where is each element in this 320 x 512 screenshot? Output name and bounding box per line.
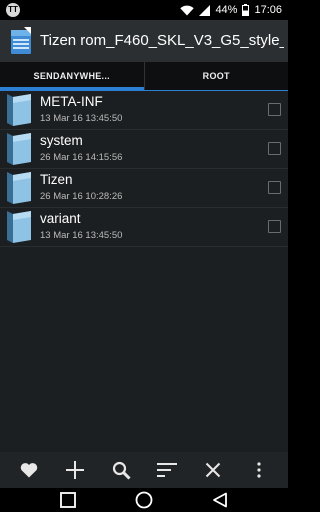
list-item[interactable]: META-INF 13 Mar 16 13:45:50 (0, 91, 288, 130)
folder-icon (7, 211, 31, 243)
wifi-icon (180, 5, 195, 15)
select-checkbox[interactable] (268, 181, 281, 194)
close-icon (205, 462, 221, 478)
file-date: 26 Mar 16 10:28:26 (40, 191, 123, 202)
select-checkbox[interactable] (268, 142, 281, 155)
file-name: Tizen (40, 172, 73, 187)
signal-icon (199, 4, 211, 16)
clock: 17:06 (254, 4, 282, 16)
tab-sendanywhere[interactable]: SENDANYWHE... (0, 62, 144, 90)
file-name: variant (40, 211, 81, 226)
file-date: 13 Mar 16 13:45:50 (40, 113, 123, 124)
list-item[interactable]: system 26 Mar 16 14:15:56 (0, 130, 288, 169)
home-icon (135, 491, 153, 509)
archive-app-icon[interactable] (10, 27, 32, 55)
overflow-menu-icon (257, 462, 261, 478)
tab-root[interactable]: ROOT (143, 62, 289, 90)
sort-icon (157, 463, 177, 477)
recents-icon (60, 492, 76, 508)
folder-icon (7, 133, 31, 165)
overflow-menu-button[interactable] (241, 455, 277, 485)
plus-icon (66, 461, 84, 479)
status-bar: TT 44% 17:06 (0, 0, 288, 20)
tab-label: SENDANYWHE... (33, 71, 110, 81)
search-button[interactable] (103, 455, 139, 485)
back-icon (213, 492, 227, 508)
back-button[interactable] (210, 491, 230, 509)
bottom-action-bar (0, 452, 288, 488)
select-checkbox[interactable] (268, 220, 281, 233)
notification-icon: TT (6, 3, 20, 17)
file-list: META-INF 13 Mar 16 13:45:50 system 26 Ma… (0, 91, 288, 452)
page-title: Tizen rom_F460_SKL_V3_G5_style_UI_... (40, 32, 284, 49)
file-name: system (40, 133, 83, 148)
search-icon (112, 461, 131, 480)
tab-label: ROOT (202, 71, 230, 81)
favorites-button[interactable] (11, 455, 47, 485)
sort-button[interactable] (149, 455, 185, 485)
battery-icon (242, 4, 250, 16)
heart-icon (20, 463, 38, 478)
list-item[interactable]: variant 13 Mar 16 13:45:50 (0, 208, 288, 247)
home-button[interactable] (134, 491, 154, 509)
select-checkbox[interactable] (268, 103, 281, 116)
app-bar: Tizen rom_F460_SKL_V3_G5_style_UI_... (0, 20, 288, 62)
recents-button[interactable] (58, 491, 78, 509)
system-navigation-bar (0, 488, 288, 512)
file-name: META-INF (40, 94, 103, 109)
status-indicators: 44% 17:06 (180, 2, 282, 18)
file-date: 13 Mar 16 13:45:50 (40, 230, 123, 241)
battery-percent: 44% (215, 4, 238, 16)
close-button[interactable] (195, 455, 231, 485)
add-button[interactable] (57, 455, 93, 485)
folder-icon (7, 94, 31, 126)
list-item[interactable]: Tizen 26 Mar 16 10:28:26 (0, 169, 288, 208)
file-date: 26 Mar 16 14:15:56 (40, 152, 123, 163)
tab-bar: SENDANYWHE... ROOT (0, 62, 288, 90)
folder-icon (7, 172, 31, 204)
